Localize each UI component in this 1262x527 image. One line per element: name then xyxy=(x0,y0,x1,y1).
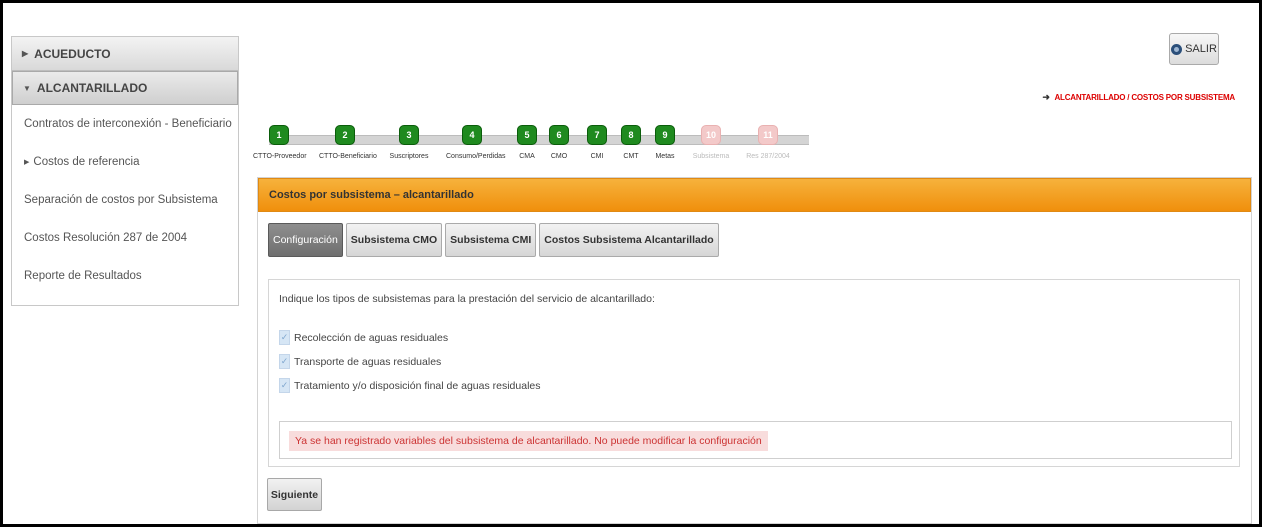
sidebar-section-alcantarillado[interactable]: ▼ ALCANTARILLADO xyxy=(12,71,238,105)
checkbox-label: Recolección de aguas residuales xyxy=(294,331,449,344)
sidebar-item-label: Separación de costos por Subsistema xyxy=(24,194,218,206)
salir-label: SALIR xyxy=(1185,43,1217,55)
siguiente-button[interactable]: Siguiente xyxy=(267,478,322,511)
sidebar-item-label: Reporte de Resultados xyxy=(24,270,142,282)
step-label: CMA xyxy=(519,153,535,160)
step-res-287: 11 Res 287/2004 xyxy=(741,125,795,160)
tab-subsistema-cmo[interactable]: Subsistema CMO xyxy=(345,223,443,257)
sidebar-section-label: ACUEDUCTO xyxy=(34,46,111,61)
step-number: 4 xyxy=(462,125,482,145)
tab-subsistema-cmi[interactable]: Subsistema CMI xyxy=(445,223,537,257)
sidebar-item-separacion-costos[interactable]: Separación de costos por Subsistema xyxy=(12,181,238,219)
sidebar-item-costos-referencia[interactable]: ▶ Costos de referencia xyxy=(12,143,238,181)
salir-button[interactable]: SALIR xyxy=(1169,33,1219,65)
checkbox-tratamiento[interactable]: ✓ Tratamiento y/o disposición final de a… xyxy=(279,378,541,393)
sidebar-item-costos-resolucion[interactable]: Costos Resolución 287 de 2004 xyxy=(12,219,238,257)
checkbox-transporte[interactable]: ✓ Transporte de aguas residuales xyxy=(279,354,441,369)
checkbox-label: Transporte de aguas residuales xyxy=(294,355,442,368)
tab-bar: Configuración Subsistema CMO Subsistema … xyxy=(268,223,719,257)
sidebar-item-label: Costos Resolución 287 de 2004 xyxy=(24,232,188,244)
step-label: CTTO-Proveedor xyxy=(253,153,307,160)
step-cmi[interactable]: 7 CMI xyxy=(585,125,609,160)
question-text: Indique los tipos de subsistemas para la… xyxy=(279,293,655,305)
step-ctto-proveedor[interactable]: 1 CTTO-Proveedor xyxy=(253,125,307,160)
sidebar-item-reporte[interactable]: Reporte de Resultados xyxy=(12,257,238,295)
step-number: 1 xyxy=(269,125,289,145)
step-number: 11 xyxy=(758,125,778,145)
step-consumo-perdidas[interactable]: 4 Consumo/Perdidas xyxy=(446,125,506,160)
sidebar-item-contratos[interactable]: Contratos de interconexión - Beneficiari… xyxy=(12,105,238,143)
step-cmt[interactable]: 8 CMT xyxy=(619,125,643,160)
step-number: 2 xyxy=(335,125,355,145)
step-number: 3 xyxy=(399,125,419,145)
step-ctto-beneficiario[interactable]: 2 CTTO-Beneficiario xyxy=(319,125,377,160)
warning-container: Ya se han registrado variables del subsi… xyxy=(279,421,1232,459)
step-subsistema: 10 Subsistema xyxy=(691,125,731,160)
step-number: 5 xyxy=(517,125,537,145)
step-suscriptores[interactable]: 3 Suscriptores xyxy=(385,125,433,160)
step-number: 9 xyxy=(655,125,675,145)
step-label: Res 287/2004 xyxy=(746,153,790,160)
caret-down-icon: ▼ xyxy=(23,83,31,93)
step-label: CMT xyxy=(623,153,639,160)
tab-configuracion[interactable]: Configuración xyxy=(268,223,343,257)
sidebar-item-label: Contratos de interconexión - Beneficiari… xyxy=(24,118,232,130)
checkbox-recoleccion[interactable]: ✓ Recolección de aguas residuales xyxy=(279,330,448,345)
check-icon[interactable]: ✓ xyxy=(279,354,290,369)
warning-message: Ya se han registrado variables del subsi… xyxy=(289,431,768,451)
panel-title: Costos por subsistema – alcantarillado xyxy=(258,178,1251,212)
step-number: 8 xyxy=(621,125,641,145)
step-number: 7 xyxy=(587,125,607,145)
checkbox-label: Tratamiento y/o disposición final de agu… xyxy=(294,379,541,392)
sidebar-item-label: Costos de referencia xyxy=(33,156,140,168)
sidebar-menu: ▶ ACUEDUCTO ▼ ALCANTARILLADO Contratos d… xyxy=(11,36,239,306)
power-icon xyxy=(1171,43,1183,55)
caret-right-icon: ▶ xyxy=(24,159,30,166)
breadcrumb-text: ALCANTARILLADO / COSTOS POR SUBSISTEMA xyxy=(1054,93,1235,102)
app-frame: ▶ ACUEDUCTO ▼ ALCANTARILLADO Contratos d… xyxy=(0,0,1262,527)
step-metas[interactable]: 9 Metas xyxy=(653,125,677,160)
step-label: CMO xyxy=(550,153,568,160)
step-label: CTTO-Beneficiario xyxy=(319,153,377,160)
step-label: Metas xyxy=(655,153,675,160)
sidebar-section-acueducto[interactable]: ▶ ACUEDUCTO xyxy=(12,37,238,71)
sidebar-section-label: ALCANTARILLADO xyxy=(36,81,148,95)
breadcrumb: ➜ ALCANTARILLADO / COSTOS POR SUBSISTEMA xyxy=(1042,92,1235,103)
step-label: CMI xyxy=(590,153,604,160)
caret-right-icon: ▶ xyxy=(22,49,29,58)
step-number: 10 xyxy=(701,125,721,145)
costos-subsistema-panel: Costos por subsistema – alcantarillado C… xyxy=(257,177,1252,524)
check-icon[interactable]: ✓ xyxy=(279,330,290,345)
step-label: Subsistema xyxy=(692,153,730,160)
wizard-steps: 1 CTTO-Proveedor 2 CTTO-Beneficiario 3 S… xyxy=(249,125,809,165)
step-number: 6 xyxy=(549,125,569,145)
step-cma[interactable]: 5 CMA xyxy=(515,125,539,160)
check-icon[interactable]: ✓ xyxy=(279,378,290,393)
step-label: Consumo/Perdidas xyxy=(446,153,506,160)
step-label: Suscriptores xyxy=(389,153,429,160)
tab-costos-subsistema-alcantarillado[interactable]: Costos Subsistema Alcantarillado xyxy=(539,223,719,257)
arrow-right-icon: ➜ xyxy=(1042,92,1050,102)
step-cmo[interactable]: 6 CMO xyxy=(547,125,571,160)
configuration-form: Indique los tipos de subsistemas para la… xyxy=(268,279,1240,467)
